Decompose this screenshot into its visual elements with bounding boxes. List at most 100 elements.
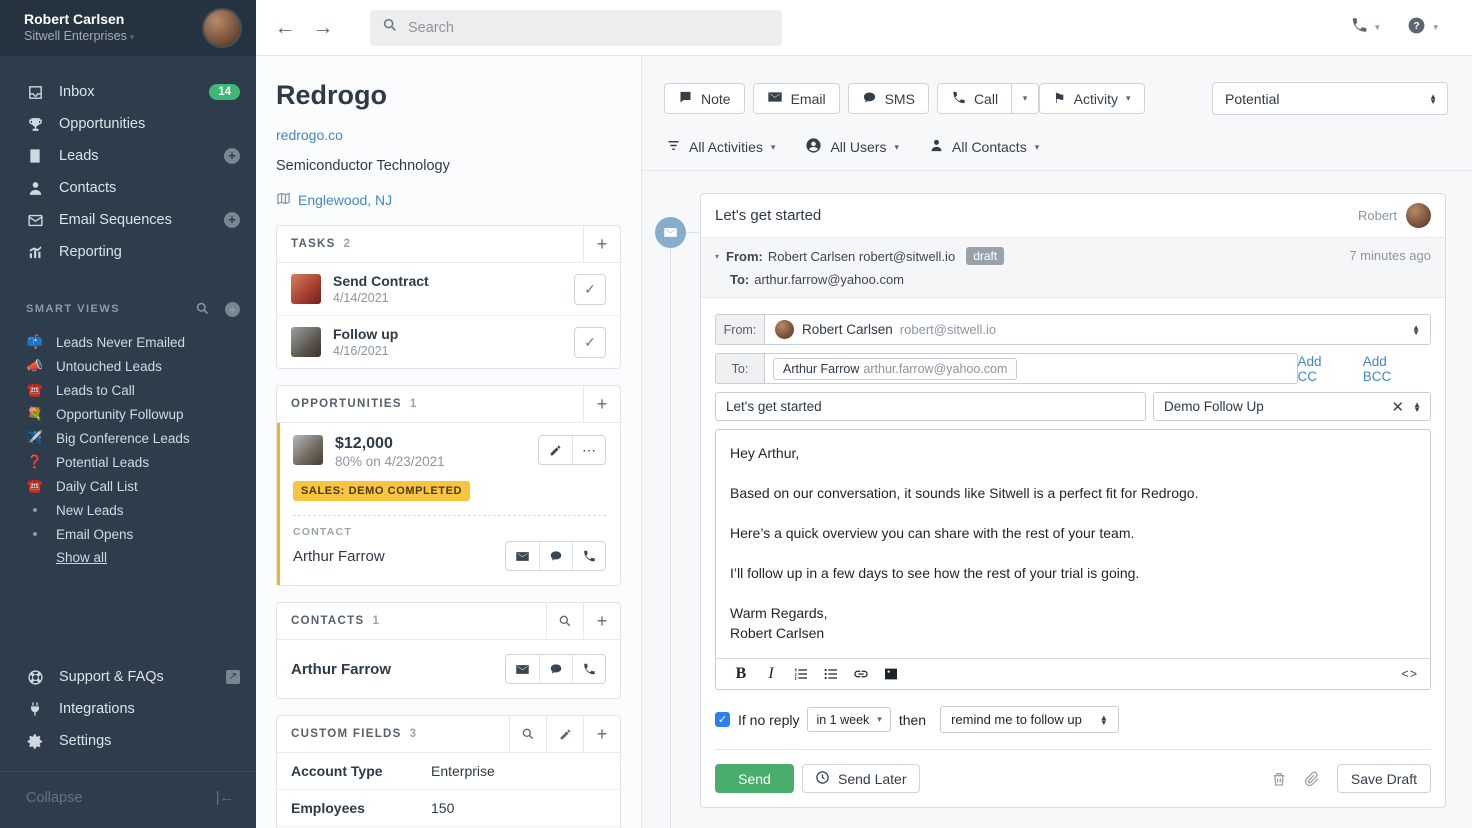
smart-view-big-conference-leads[interactable]: ✈️Big Conference Leads [0, 426, 256, 450]
account-switcher[interactable]: Robert Carlsen Sitwell Enterprises▾ [0, 0, 256, 56]
lead-status-select[interactable]: Potential ▲▼ [1212, 82, 1448, 115]
org-name[interactable]: Sitwell Enterprises▾ [24, 28, 204, 45]
collapse-button[interactable]: Collapse |← [0, 772, 256, 824]
show-all-link[interactable]: Show all [56, 550, 107, 565]
smart-view-leads-never-emailed[interactable]: 📫Leads Never Emailed [0, 330, 256, 354]
sidebar-item-reporting[interactable]: Reporting [0, 236, 256, 268]
call-options-button[interactable]: ▾ [1012, 83, 1039, 114]
call-button[interactable]: Call [937, 83, 1012, 114]
megaphone-icon: 📣 [26, 358, 44, 374]
sidebar-item-inbox[interactable]: Inbox 14 [0, 76, 256, 108]
search-fields-button[interactable] [509, 716, 546, 753]
call-contact-button[interactable] [572, 542, 605, 570]
timeline-connector [686, 232, 700, 233]
reminder-select[interactable]: remind me to follow up ▲▼ [940, 706, 1119, 733]
complete-task-button[interactable]: ✓ [574, 327, 606, 358]
add-field-button[interactable]: + [583, 716, 620, 753]
help-menu[interactable]: ? ▾ [1407, 16, 1438, 40]
sidebar-item-opportunities[interactable]: Opportunities [0, 108, 256, 140]
contact-name[interactable]: Arthur Farrow [291, 661, 505, 678]
filter-all-contacts[interactable]: All Contacts ▾ [929, 138, 1039, 156]
bold-button[interactable]: B [728, 662, 754, 686]
sidebar-item-label: Settings [59, 733, 240, 749]
sms-contact-button[interactable] [539, 542, 572, 570]
add-task-button[interactable]: + [583, 226, 620, 263]
html-toggle-button[interactable]: <> [1401, 667, 1418, 681]
link-button[interactable] [848, 662, 874, 686]
filter-all-activities[interactable]: All Activities ▾ [666, 138, 775, 156]
ordered-list-button[interactable] [788, 662, 814, 686]
email-button[interactable]: Email [753, 83, 840, 114]
add-sequence-icon[interactable]: + [224, 212, 240, 228]
smart-view-opportunity-followup[interactable]: 💐Opportunity Followup [0, 402, 256, 426]
back-button[interactable]: ← [266, 16, 304, 40]
email-meta[interactable]: ▾ From: Robert Carlsen robert@sitwell.io… [701, 237, 1445, 298]
sidebar-item-leads[interactable]: Leads + [0, 140, 256, 172]
complete-task-button[interactable]: ✓ [574, 274, 606, 305]
image-button[interactable] [878, 662, 904, 686]
template-select[interactable]: Demo Follow Up ✕ ▲▼ [1153, 392, 1431, 421]
send-button[interactable]: Send [715, 764, 794, 793]
phone-menu[interactable]: ▾ [1350, 16, 1380, 39]
sidebar-item-support[interactable]: Support & FAQs ↗ [0, 661, 256, 693]
smart-view-untouched-leads[interactable]: 📣Untouched Leads [0, 354, 256, 378]
email-body-editor[interactable]: Hey Arthur, Based on our conversation, i… [716, 430, 1430, 658]
add-lead-icon[interactable]: + [224, 148, 240, 164]
trophy-icon [26, 115, 44, 133]
send-later-button[interactable]: Send Later [802, 764, 920, 793]
user-avatar[interactable] [204, 10, 240, 46]
lead-website-link[interactable]: redrogo.co [276, 127, 621, 143]
edit-fields-button[interactable] [546, 716, 583, 753]
to-field[interactable]: To: Arthur Farrowarthur.farrow@yahoo.com [715, 353, 1298, 384]
filter-all-users[interactable]: All Users ▾ [805, 137, 899, 157]
smart-view-email-opens[interactable]: •Email Opens [0, 522, 256, 546]
lead-location-link[interactable]: Englewood, NJ [276, 191, 621, 209]
subject-input[interactable] [715, 392, 1146, 421]
divider [715, 749, 1431, 750]
sms-contact-button[interactable] [539, 655, 572, 683]
smart-view-leads-to-call[interactable]: ☎️Leads to Call [0, 378, 256, 402]
if-no-reply-label: If no reply [738, 712, 799, 728]
recipient-pill[interactable]: Arthur Farrowarthur.farrow@yahoo.com [773, 358, 1017, 380]
save-draft-button[interactable]: Save Draft [1337, 764, 1431, 793]
search-contacts-button[interactable] [546, 603, 583, 640]
more-options-button[interactable]: ⋯ [572, 436, 605, 464]
smart-view-daily-call-list[interactable]: ☎️Daily Call List [0, 474, 256, 498]
email-contact-button[interactable] [506, 655, 539, 683]
search-input[interactable] [408, 20, 770, 36]
sidebar-item-integrations[interactable]: Integrations [0, 693, 256, 725]
smart-view-new-leads[interactable]: •New Leads [0, 498, 256, 522]
add-bcc-link[interactable]: Add BCC [1363, 354, 1419, 384]
sms-button[interactable]: SMS [848, 83, 929, 114]
reply-window-select[interactable]: in 1 week ▾ [807, 707, 890, 732]
add-opportunity-button[interactable]: + [583, 386, 620, 423]
sidebar-item-settings[interactable]: Settings [0, 725, 256, 757]
sidebar-item-contacts[interactable]: Contacts [0, 172, 256, 204]
italic-button[interactable]: I [758, 662, 784, 686]
edit-opportunity-button[interactable] [539, 436, 572, 464]
forward-button[interactable]: → [304, 16, 342, 40]
email-subject-line: Let's get started [715, 207, 1358, 224]
action-toolbar: Note Email SMS Call ▾ ⚑ Activity ▾ Poten… [642, 56, 1472, 115]
from-select[interactable]: From: Robert Carlsen robert@sitwell.io ▲… [715, 314, 1431, 345]
note-button[interactable]: Note [664, 83, 745, 114]
add-smart-view-icon[interactable]: + [225, 302, 240, 317]
search-box[interactable] [370, 10, 782, 46]
contact-name[interactable]: Arthur Farrow [293, 548, 505, 565]
add-contact-button[interactable]: + [583, 603, 620, 640]
delete-draft-icon[interactable] [1271, 771, 1287, 787]
call-contact-button[interactable] [572, 655, 605, 683]
smart-view-potential-leads[interactable]: ❓Potential Leads [0, 450, 256, 474]
custom-field-row[interactable]: Account Type Enterprise [277, 753, 620, 790]
if-no-reply-checkbox[interactable]: ✓ [715, 712, 730, 727]
email-contact-button[interactable] [506, 542, 539, 570]
sidebar-item-email-sequences[interactable]: Email Sequences + [0, 204, 256, 236]
activity-button[interactable]: ⚑ Activity ▾ [1039, 83, 1144, 114]
smart-views-list: 📫Leads Never Emailed 📣Untouched Leads ☎️… [0, 330, 256, 567]
search-icon[interactable] [195, 301, 211, 317]
bullet-list-button[interactable] [818, 662, 844, 686]
custom-field-row[interactable]: Employees 150 [277, 790, 620, 827]
attachment-icon[interactable] [1304, 771, 1320, 787]
clear-template-icon[interactable]: ✕ [1392, 398, 1405, 416]
add-cc-link[interactable]: Add CC [1298, 354, 1345, 384]
